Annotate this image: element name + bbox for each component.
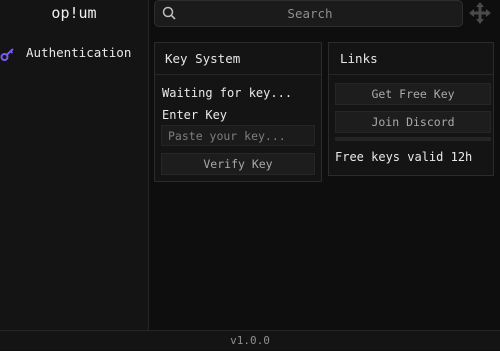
key-input[interactable] <box>161 125 315 146</box>
sidebar-item-label: Authentication <box>26 45 132 60</box>
panel-title: Key System <box>165 51 241 66</box>
divider <box>155 74 321 75</box>
panel-title: Links <box>340 51 378 66</box>
divider <box>329 74 493 75</box>
enter-key-label: Enter Key <box>162 108 228 122</box>
version-label: v1.0.0 <box>0 330 500 350</box>
progress-bar <box>335 137 491 141</box>
search-icon <box>162 6 177 21</box>
sidebar: op!um Authentication <box>0 0 149 330</box>
verify-key-button[interactable]: Verify Key <box>161 153 315 175</box>
move-icon[interactable] <box>468 1 492 25</box>
free-keys-note: Free keys valid 12h <box>335 150 473 164</box>
status-text: Waiting for key... <box>162 86 293 100</box>
key-system-panel: Key System Waiting for key... Enter Key … <box>154 42 322 182</box>
sidebar-item-authentication[interactable]: Authentication <box>0 38 148 70</box>
app-title: op!um <box>51 4 97 22</box>
search-bar[interactable] <box>154 0 463 27</box>
key-icon <box>0 46 16 62</box>
links-panel: Links Get Free Key Join Discord Free key… <box>328 42 494 176</box>
get-free-key-button[interactable]: Get Free Key <box>335 83 491 105</box>
join-discord-button[interactable]: Join Discord <box>335 111 491 133</box>
search-input[interactable] <box>185 1 435 26</box>
